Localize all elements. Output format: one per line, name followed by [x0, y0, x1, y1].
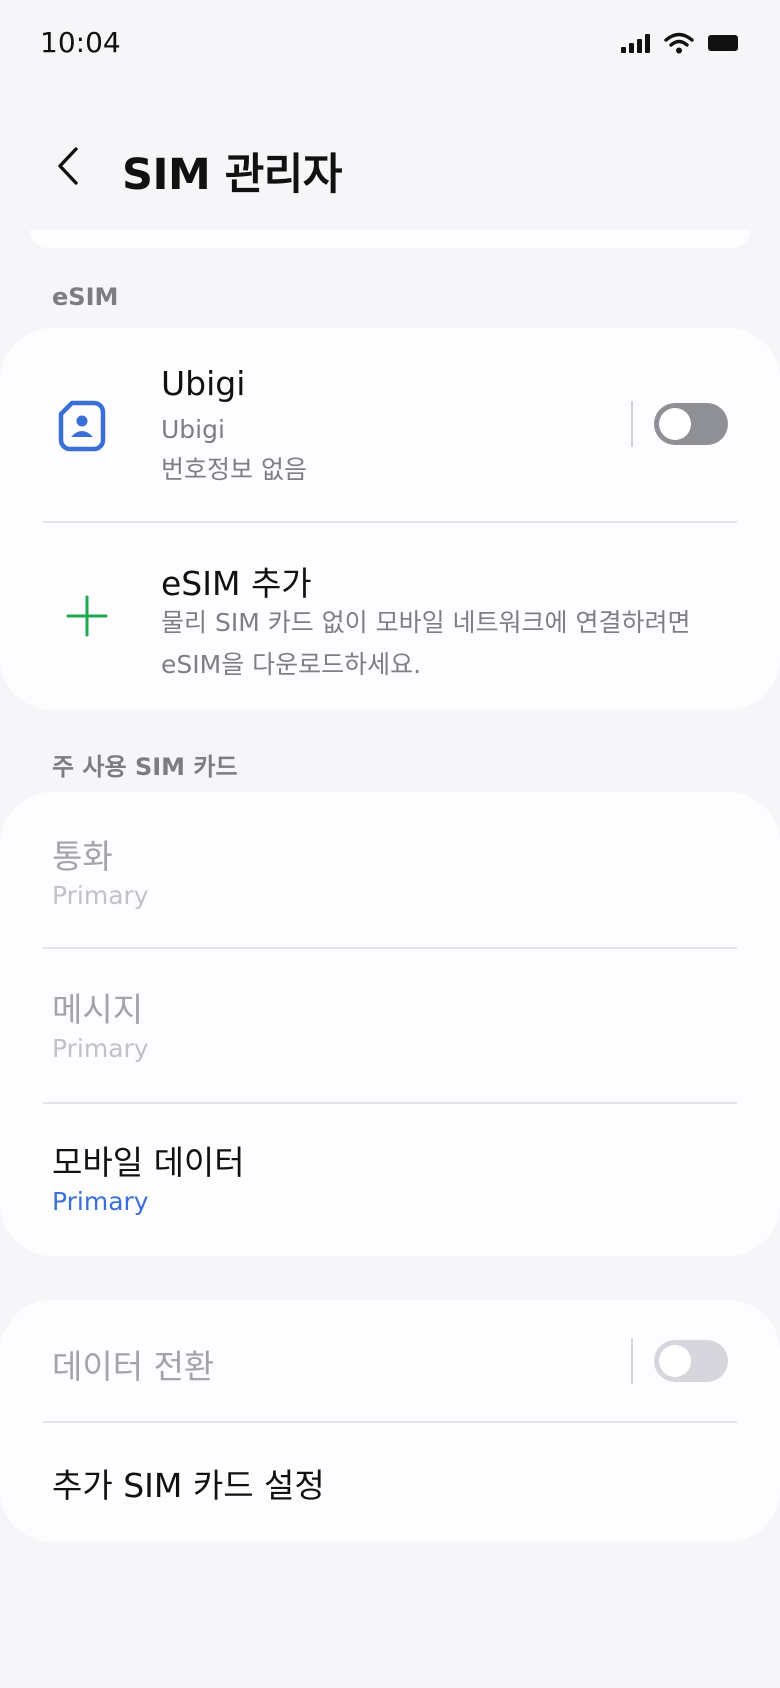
data-switch-toggle[interactable]: [654, 1340, 728, 1382]
wifi-icon: [664, 32, 694, 54]
status-icons: [621, 32, 738, 54]
add-esim-description-line1: 물리 SIM 카드 없이 모바일 네트워크에 연결하려면: [161, 608, 691, 637]
more-sim-settings-item[interactable]: 추가 SIM 카드 설정: [0, 1423, 780, 1542]
status-bar: 10:04: [0, 0, 780, 90]
other-settings-card: 데이터 전환 추가 SIM 카드 설정: [0, 1300, 780, 1542]
calls-title: 통화: [52, 837, 113, 876]
toggle-separator: [631, 401, 633, 447]
primary-sim-mobile-data[interactable]: 모바일 데이터 Primary: [0, 1104, 780, 1256]
toggle-separator: [631, 1338, 633, 1384]
mobile-data-title: 모바일 데이터: [52, 1143, 245, 1182]
signal-icon: [621, 33, 650, 53]
data-switch-title: 데이터 전환: [52, 1347, 215, 1386]
sim-carrier: Ubigi: [161, 415, 225, 444]
section-label-esim: eSIM: [52, 283, 119, 311]
sim-enable-toggle[interactable]: [654, 403, 728, 445]
sim-name: Ubigi: [161, 364, 246, 403]
more-sim-settings-title: 추가 SIM 카드 설정: [52, 1466, 325, 1505]
chevron-left-icon: [58, 147, 78, 185]
messages-title: 메시지: [52, 990, 144, 1029]
calls-value: Primary: [52, 881, 149, 910]
plus-icon: [66, 595, 108, 637]
sim-number: 번호정보 없음: [161, 455, 307, 484]
primary-sim-messages[interactable]: 메시지 Primary: [0, 949, 780, 1103]
add-esim-item[interactable]: eSIM 추가 물리 SIM 카드 없이 모바일 네트워크에 연결하려면 eSI…: [0, 523, 780, 710]
back-button[interactable]: [40, 138, 96, 194]
section-label-primary-sim: 주 사용 SIM 카드: [52, 753, 238, 781]
battery-icon: [708, 35, 738, 51]
add-esim-title: eSIM 추가: [161, 564, 312, 603]
add-esim-description-line2: eSIM을 다운로드하세요.: [161, 650, 422, 679]
primary-sim-card: 통화 Primary 메시지 Primary 모바일 데이터 Primary: [0, 792, 780, 1256]
primary-sim-calls[interactable]: 통화 Primary: [0, 792, 780, 947]
sim-item-ubigi[interactable]: Ubigi Ubigi 번호정보 없음: [0, 328, 780, 521]
sim-card-icon: [58, 400, 106, 452]
data-switch-item[interactable]: 데이터 전환: [0, 1300, 780, 1421]
scroll-edge: [30, 230, 750, 248]
status-time: 10:04: [40, 26, 121, 59]
page-title: SIM 관리자: [122, 150, 342, 200]
esim-card: Ubigi Ubigi 번호정보 없음 eSIM 추가 물리 SIM 카드 없이…: [0, 328, 780, 710]
messages-value: Primary: [52, 1034, 149, 1063]
mobile-data-value: Primary: [52, 1187, 149, 1216]
app-bar: SIM 관리자: [0, 120, 780, 220]
